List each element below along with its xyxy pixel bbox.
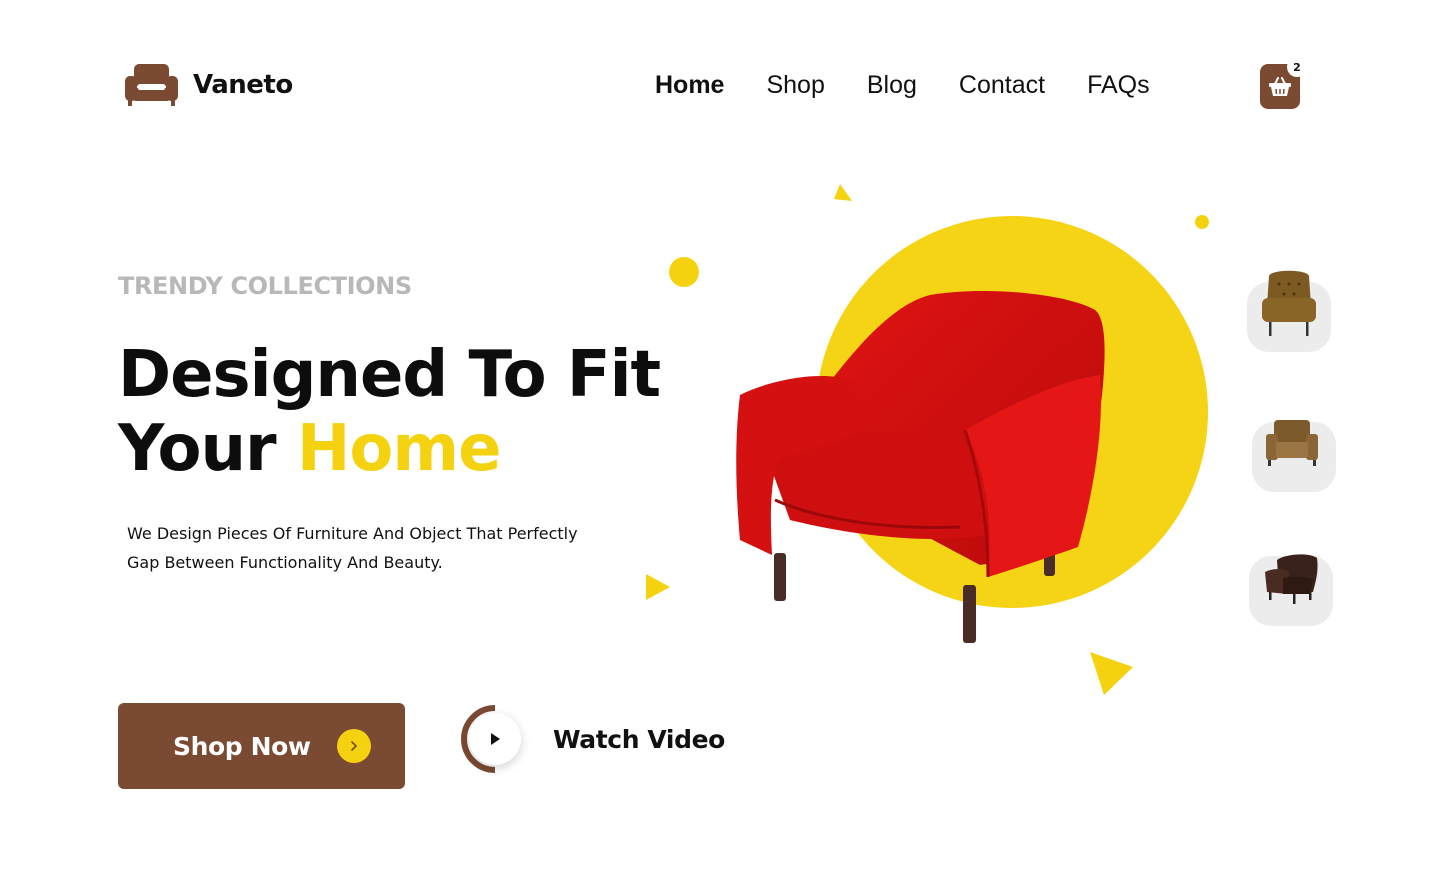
play-icon: [469, 713, 521, 765]
sofa-icon: [125, 64, 178, 106]
red-armchair-image: [736, 290, 1105, 643]
nav-item-contact[interactable]: Contact: [959, 70, 1045, 100]
headline-accent: Home: [296, 412, 502, 486]
shop-now-button[interactable]: Shop Now: [118, 703, 405, 789]
play-triangle-decoration-icon: [646, 574, 670, 600]
thumbnail-tufted-chair[interactable]: [1247, 270, 1331, 352]
hero-description: We Design Pieces Of Furniture And Object…: [127, 524, 578, 572]
play-button[interactable]: [461, 705, 529, 773]
dark-chair-icon: [1265, 554, 1318, 604]
cart-count-badge: 2: [1287, 57, 1307, 77]
chevron-right-icon: [336, 729, 371, 763]
brand-name: Vaneto: [193, 69, 293, 100]
club-chair-icon: [1266, 420, 1318, 466]
cart-button[interactable]: 2: [1260, 57, 1307, 109]
watch-video-link[interactable]: Watch Video: [461, 705, 725, 773]
hero-eyebrow: TRENDY COLLECTIONS: [118, 272, 412, 300]
large-triangle-decoration-icon: [1090, 652, 1133, 695]
headline-line-1: Designed To Fit: [118, 338, 661, 412]
nav-item-faqs[interactable]: FAQs: [1087, 70, 1150, 100]
small-dot-decoration: [1195, 215, 1209, 229]
shop-now-label: Shop Now: [173, 731, 311, 761]
headline-line-2: Your: [118, 412, 297, 486]
basket-icon: [1269, 76, 1291, 96]
thumbnail-club-chair[interactable]: [1252, 420, 1336, 492]
nav-item-blog[interactable]: Blog: [867, 70, 917, 100]
thumbnail-dark-chair[interactable]: [1249, 554, 1333, 626]
tufted-chair-icon: [1262, 270, 1316, 336]
triangle-decoration-icon: [834, 184, 852, 201]
nav-item-shop[interactable]: Shop: [766, 70, 824, 100]
brand-logo[interactable]: Vaneto: [124, 62, 293, 107]
nav-item-home[interactable]: Home: [655, 70, 724, 100]
hero-headline: Designed To Fit Your Home: [118, 338, 661, 486]
dot-decoration: [669, 257, 699, 287]
watch-video-label: Watch Video: [553, 724, 725, 754]
main-nav: Home Shop Blog Contact FAQs: [655, 70, 1150, 100]
